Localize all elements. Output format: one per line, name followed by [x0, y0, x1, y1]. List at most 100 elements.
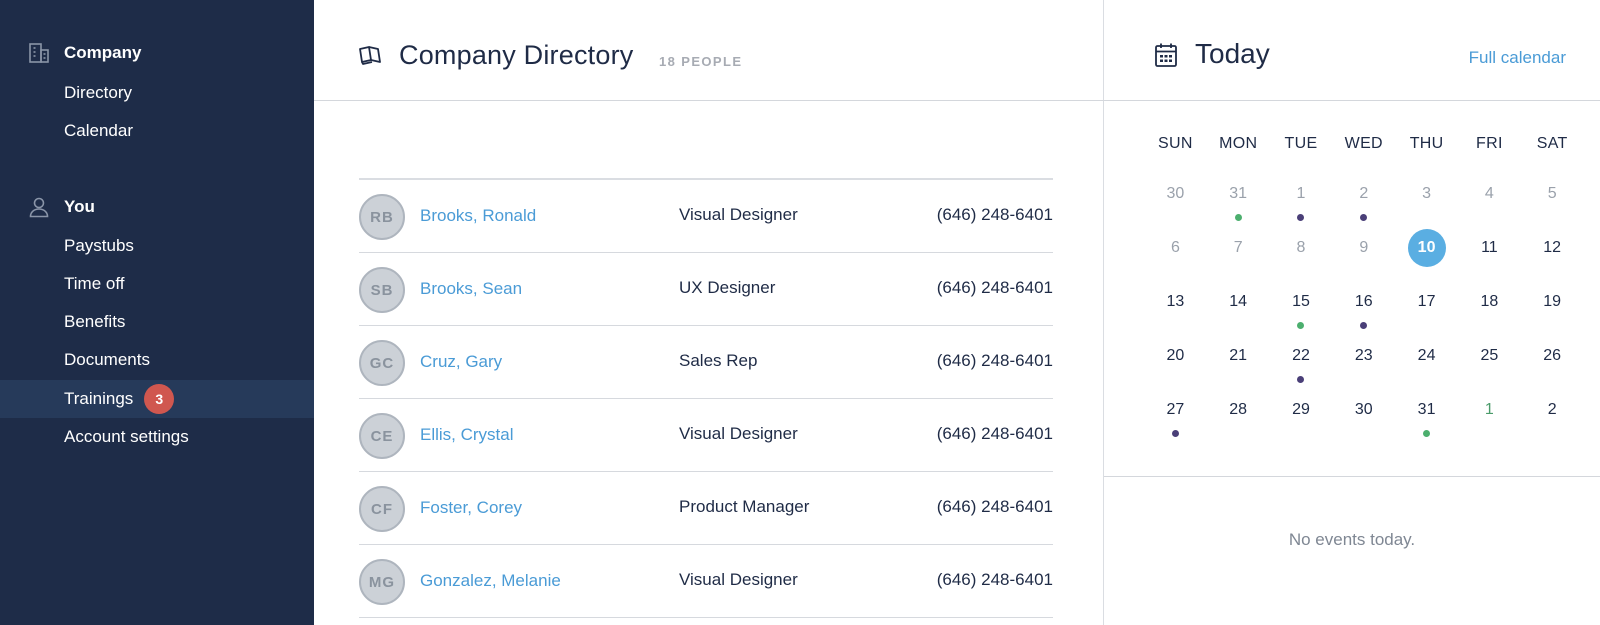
day-number: 16 [1354, 293, 1373, 310]
calendar-day[interactable]: 30 [1144, 175, 1207, 229]
avatar: GC [359, 340, 405, 386]
sidebar-item-time-off[interactable]: Time off [0, 265, 314, 303]
day-number: 8 [1296, 239, 1306, 256]
calendar-day[interactable]: 12 [1521, 229, 1584, 283]
day-number: 31 [1229, 185, 1248, 202]
calendar-day[interactable]: 8 [1270, 229, 1333, 283]
day-number: 18 [1480, 293, 1499, 310]
sidebar-item-paystubs[interactable]: Paystubs [0, 227, 314, 265]
calendar-day[interactable]: 31 [1395, 391, 1458, 445]
month-calendar: SUN MON TUE WED THU FRI SAT 30 31 1 2 3 4 5 6 7 8… [1144, 135, 1584, 445]
calendar-day[interactable]: 29 [1270, 391, 1333, 445]
calendar-panel: Today Full calendar SUN MON TUE WED THU … [1104, 0, 1600, 625]
calendar-day[interactable]: 31 [1207, 175, 1270, 229]
calendar-day[interactable]: 6 [1144, 229, 1207, 283]
person-name-link[interactable]: Cruz, Gary [420, 352, 502, 372]
calendar-day[interactable]: 17 [1395, 283, 1458, 337]
weekday-label: WED [1344, 135, 1383, 152]
calendar-week: 6 7 8 9 10 11 12 [1144, 229, 1584, 283]
calendar-day[interactable]: 11 [1458, 229, 1521, 283]
event-dot [1360, 322, 1368, 329]
day-number: 26 [1543, 347, 1562, 364]
table-row: CE Ellis, Crystal Visual Designer (646) … [359, 399, 1053, 472]
calendar-week: 27 28 29 30 31 1 2 [1144, 391, 1584, 445]
calendar-day[interactable]: 1 [1458, 391, 1521, 445]
event-dot [1297, 376, 1305, 383]
calendar-day[interactable]: 27 [1144, 391, 1207, 445]
sidebar-item-label: Trainings [64, 389, 134, 408]
person-phone: (646) 248-6401 [936, 278, 1053, 297]
person-name-link[interactable]: Brooks, Ronald [420, 206, 536, 226]
day-number: 22 [1292, 347, 1310, 364]
weekday-label: FRI [1476, 135, 1503, 152]
calendar-day[interactable]: 1 [1270, 175, 1333, 229]
calendar-day[interactable]: 3 [1395, 175, 1458, 229]
calendar-day[interactable]: 13 [1144, 283, 1207, 337]
person-name-link[interactable]: Foster, Corey [420, 498, 522, 518]
day-number: 15 [1292, 293, 1310, 310]
event-dot [1297, 322, 1305, 329]
calendar-day[interactable]: 9 [1332, 229, 1395, 283]
person-name-link[interactable]: Brooks, Sean [420, 279, 522, 299]
calendar-day[interactable]: 30 [1332, 391, 1395, 445]
sidebar-item-account-settings[interactable]: Account settings [0, 418, 314, 456]
day-number: 2 [1547, 401, 1557, 418]
day-number: 11 [1481, 239, 1498, 256]
calendar-week: 30 31 1 2 3 4 5 [1144, 175, 1584, 229]
day-number: 9 [1359, 239, 1369, 256]
day-number: 29 [1292, 401, 1310, 418]
day-number: 24 [1417, 347, 1436, 364]
weekday-label: SUN [1158, 135, 1193, 152]
event-dot [1171, 430, 1179, 437]
page-title: Company Directory [399, 40, 634, 70]
calendar-day[interactable]: 28 [1207, 391, 1270, 445]
calendar-day[interactable]: 7 [1207, 229, 1270, 283]
calendar-day[interactable]: 26 [1521, 337, 1584, 391]
day-number: 1 [1296, 185, 1306, 202]
calendar-day[interactable]: 23 [1332, 337, 1395, 391]
calendar-day[interactable]: 24 [1395, 337, 1458, 391]
sidebar-item-trainings[interactable]: Trainings 3 [0, 380, 314, 418]
table-row: RB Brooks, Ronald Visual Designer (646) … [359, 180, 1053, 253]
sidebar-item-benefits[interactable]: Benefits [0, 303, 314, 341]
calendar-day[interactable]: 18 [1458, 283, 1521, 337]
day-number: 4 [1484, 185, 1494, 202]
calendar-day[interactable]: 25 [1458, 337, 1521, 391]
calendar-day[interactable]: 22 [1270, 337, 1333, 391]
calendar-day[interactable]: 21 [1207, 337, 1270, 391]
person-phone: (646) 248-6401 [936, 570, 1053, 589]
avatar: SB [359, 267, 405, 313]
sidebar-section-company: Company [0, 40, 314, 66]
panel-title: Today [1195, 38, 1270, 69]
sidebar-item-documents[interactable]: Documents [0, 341, 314, 379]
day-number: 17 [1417, 293, 1436, 310]
day-number: 13 [1166, 293, 1185, 310]
sidebar-section-title: You [64, 197, 95, 216]
calendar-day[interactable]: 16 [1332, 283, 1395, 337]
person-name-link[interactable]: Gonzalez, Melanie [420, 571, 561, 591]
day-number: 31 [1417, 401, 1436, 418]
calendar-day[interactable]: 20 [1144, 337, 1207, 391]
sidebar-section-you: You [0, 194, 314, 220]
calendar-day-today[interactable]: 10 [1395, 229, 1458, 283]
table-row: GC Cruz, Gary Sales Rep (646) 248-6401 [359, 326, 1053, 399]
calendar-day[interactable]: 4 [1458, 175, 1521, 229]
calendar-day[interactable]: 2 [1332, 175, 1395, 229]
day-number: 2 [1359, 185, 1369, 202]
calendar-day[interactable]: 2 [1521, 391, 1584, 445]
day-number: 6 [1170, 239, 1180, 256]
full-calendar-link[interactable]: Full calendar [1469, 48, 1566, 68]
directory-panel: Company Directory 18 PEOPLE RB Brooks, R… [314, 0, 1104, 625]
person-role: UX Designer [679, 278, 776, 297]
calendar-day[interactable]: 19 [1521, 283, 1584, 337]
sidebar-item-directory[interactable]: Directory [0, 74, 314, 112]
person-name-link[interactable]: Ellis, Crystal [420, 425, 514, 445]
user-icon [29, 197, 49, 218]
table-row: MG Gonzalez, Melanie Visual Designer (64… [359, 545, 1053, 618]
calendar-day[interactable]: 5 [1521, 175, 1584, 229]
table-row: SB Brooks, Sean UX Designer (646) 248-64… [359, 253, 1053, 326]
calendar-day[interactable]: 14 [1207, 283, 1270, 337]
sidebar-item-calendar[interactable]: Calendar [0, 112, 314, 150]
event-dot [1360, 214, 1368, 221]
calendar-day[interactable]: 15 [1270, 283, 1333, 337]
